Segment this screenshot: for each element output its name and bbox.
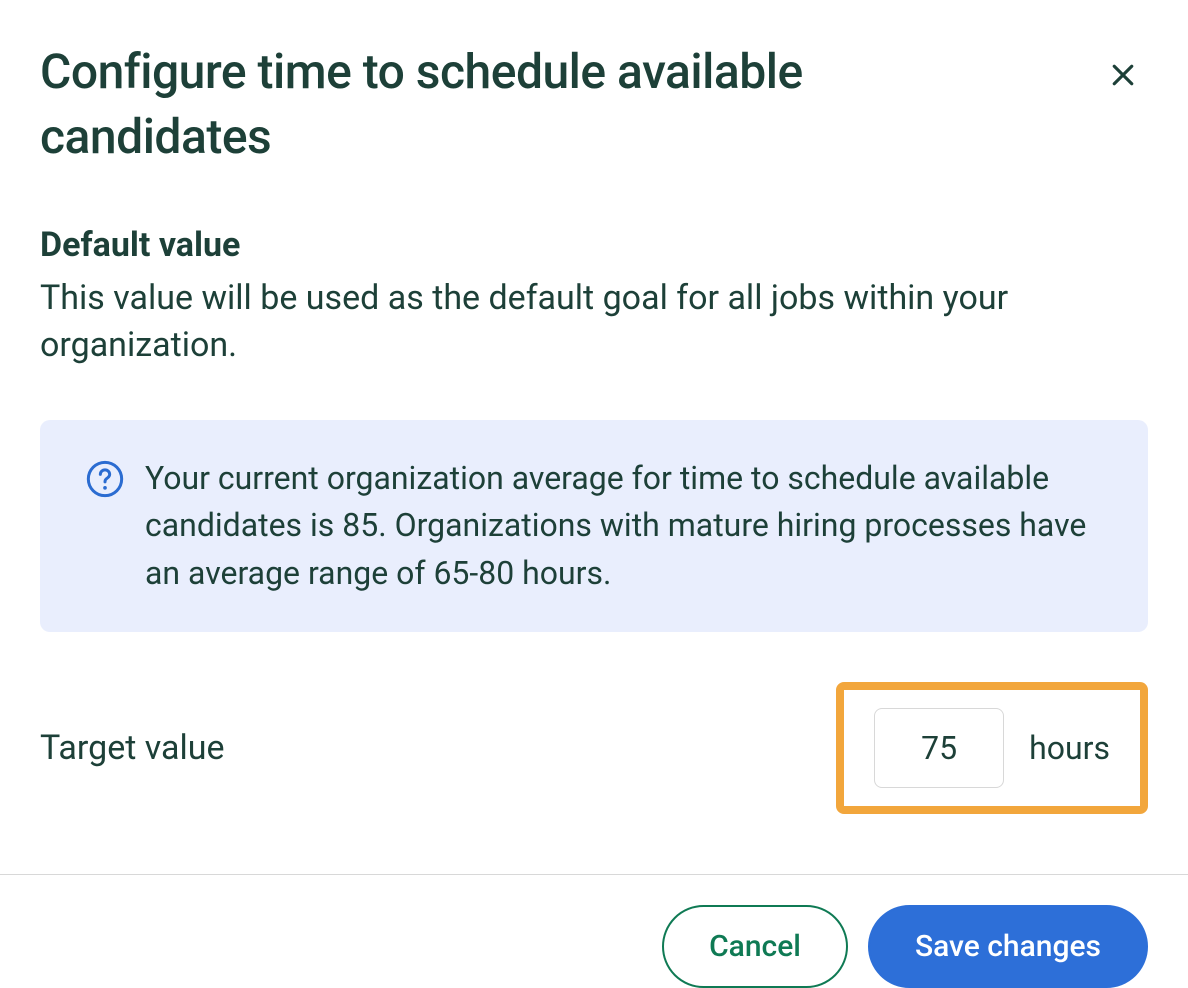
default-value-section: Default value This value will be used as… [40,225,1148,370]
modal-title: Configure time to schedule available can… [40,40,1010,170]
section-description: This value will be used as the default g… [40,275,1148,370]
target-value-row: Target value hours [40,682,1148,814]
configure-modal: Configure time to schedule available can… [0,0,1188,874]
target-value-unit: hours [1029,729,1110,767]
modal-header: Configure time to schedule available can… [40,40,1148,170]
help-icon [85,459,125,499]
close-icon [1108,78,1138,93]
target-value-label: Target value [40,728,225,768]
info-box: Your current organization average for ti… [40,420,1148,632]
target-value-highlight: hours [836,682,1148,814]
info-text: Your current organization average for ti… [145,455,1103,597]
target-value-input[interactable] [874,708,1004,788]
modal-footer: Cancel Save changes [0,875,1188,988]
save-button[interactable]: Save changes [868,905,1148,988]
section-heading: Default value [40,225,1148,265]
close-button[interactable] [1098,50,1148,103]
cancel-button[interactable]: Cancel [662,905,848,988]
